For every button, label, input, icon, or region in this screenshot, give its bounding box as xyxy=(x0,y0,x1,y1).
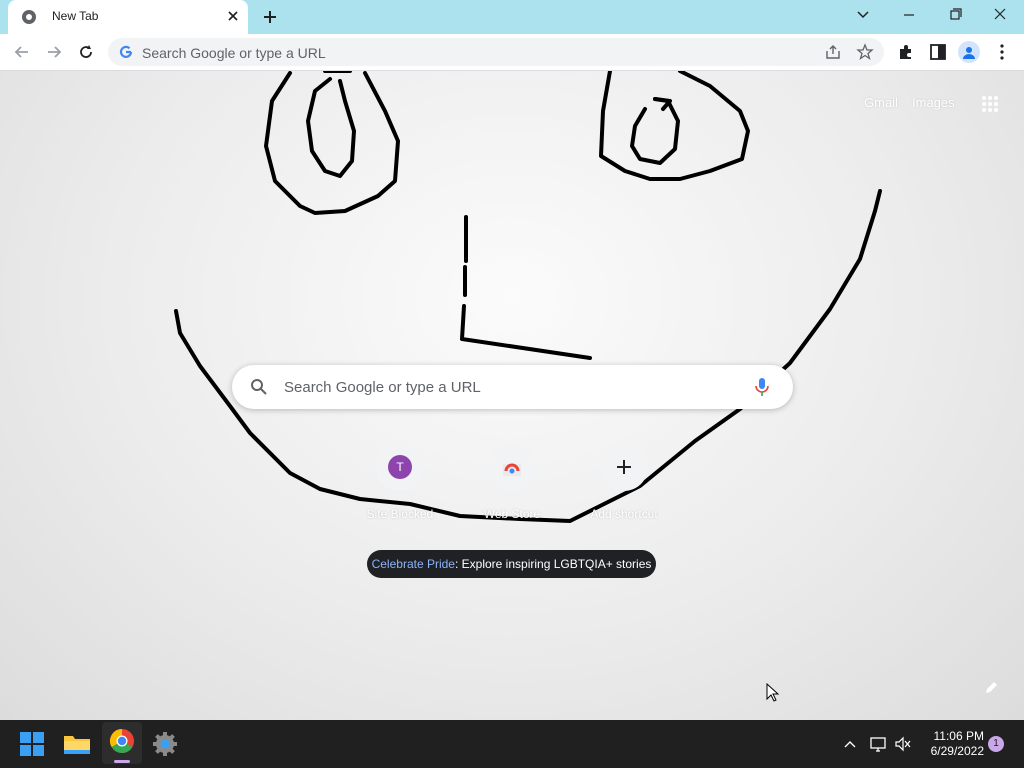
star-icon[interactable] xyxy=(856,43,874,61)
tab-strip: New Tab xyxy=(0,0,1024,34)
chevron-up-icon[interactable] xyxy=(842,737,858,751)
shortcut-add[interactable]: Add shortcut xyxy=(568,443,680,523)
shortcut-icon-bg xyxy=(488,443,536,491)
web-store-icon xyxy=(503,463,521,476)
search-icon xyxy=(251,379,267,395)
shortcut-icon-bg xyxy=(600,443,648,491)
active-indicator xyxy=(114,760,130,763)
chrome-icon xyxy=(109,729,134,754)
shortcut-label: Web Store xyxy=(483,507,541,521)
gmail-link[interactable]: Gmail xyxy=(864,95,898,110)
ntp-search-box[interactable]: Search Google or type a URL xyxy=(232,365,793,409)
minimize-icon[interactable] xyxy=(897,5,921,25)
kebab-menu-icon[interactable] xyxy=(992,42,1012,62)
file-explorer-icon[interactable] xyxy=(59,726,95,762)
shortcut-letter: T xyxy=(388,455,412,479)
apps-grid-icon[interactable] xyxy=(981,95,999,113)
share-icon[interactable] xyxy=(824,43,842,61)
chrome-taskbar-button[interactable] xyxy=(102,722,142,764)
windows-start-icon[interactable] xyxy=(14,726,50,762)
tab-new-tab[interactable]: New Tab xyxy=(8,0,248,34)
close-icon[interactable] xyxy=(225,8,241,24)
shortcut-label: Site Blocked xyxy=(366,507,434,521)
promo-text: : Explore inspiring LGBTQIA+ stories xyxy=(454,557,652,571)
profile-avatar[interactable] xyxy=(958,41,980,63)
ntp-search-placeholder: Search Google or type a URL xyxy=(284,379,481,396)
toolbar: Search Google or type a URL xyxy=(0,34,1024,71)
omnibox[interactable]: Search Google or type a URL xyxy=(108,38,884,66)
chevron-down-icon[interactable] xyxy=(851,5,875,25)
shortcut-site-blocked[interactable]: T Site Blocked xyxy=(344,443,456,523)
back-arrow-icon[interactable] xyxy=(12,42,32,62)
chrome-icon xyxy=(22,10,36,24)
network-icon[interactable] xyxy=(869,736,887,752)
tab-title: New Tab xyxy=(52,9,99,23)
forward-arrow-icon[interactable] xyxy=(44,42,64,62)
cursor-icon xyxy=(766,683,780,702)
promo-link[interactable]: Celebrate Pride xyxy=(372,557,455,571)
side-panel-icon[interactable] xyxy=(928,42,948,62)
taskbar: 11:06 PM 6/29/2022 1 xyxy=(0,720,1024,768)
profile-icon xyxy=(963,47,975,59)
shortcut-web-store[interactable]: Web Store xyxy=(456,443,568,523)
settings-icon[interactable] xyxy=(147,726,183,762)
notification-badge[interactable]: 1 xyxy=(988,736,1004,752)
restore-icon[interactable] xyxy=(943,5,967,25)
clock-time: 11:06 PM xyxy=(933,729,984,743)
system-clock[interactable]: 11:06 PM 6/29/2022 xyxy=(920,729,984,759)
new-tab-page: Gmail Images Search Google or type a URL… xyxy=(0,71,1024,720)
promo-banner[interactable]: Celebrate Pride: Explore inspiring LGBTQ… xyxy=(367,550,656,578)
google-g-icon xyxy=(119,45,133,58)
close-icon[interactable] xyxy=(988,5,1012,25)
clock-date: 6/29/2022 xyxy=(930,744,984,758)
plus-icon xyxy=(617,460,631,474)
volume-muted-icon[interactable] xyxy=(894,736,912,752)
reload-icon[interactable] xyxy=(76,42,96,62)
pencil-icon[interactable] xyxy=(983,680,999,696)
extensions-icon[interactable] xyxy=(896,42,916,62)
plus-icon[interactable] xyxy=(260,7,280,27)
images-link[interactable]: Images xyxy=(912,95,955,110)
omnibox-placeholder: Search Google or type a URL xyxy=(142,45,326,61)
mic-icon[interactable] xyxy=(754,377,770,397)
shortcut-label: Add shortcut xyxy=(590,507,658,521)
shortcut-icon-bg: T xyxy=(376,443,424,491)
